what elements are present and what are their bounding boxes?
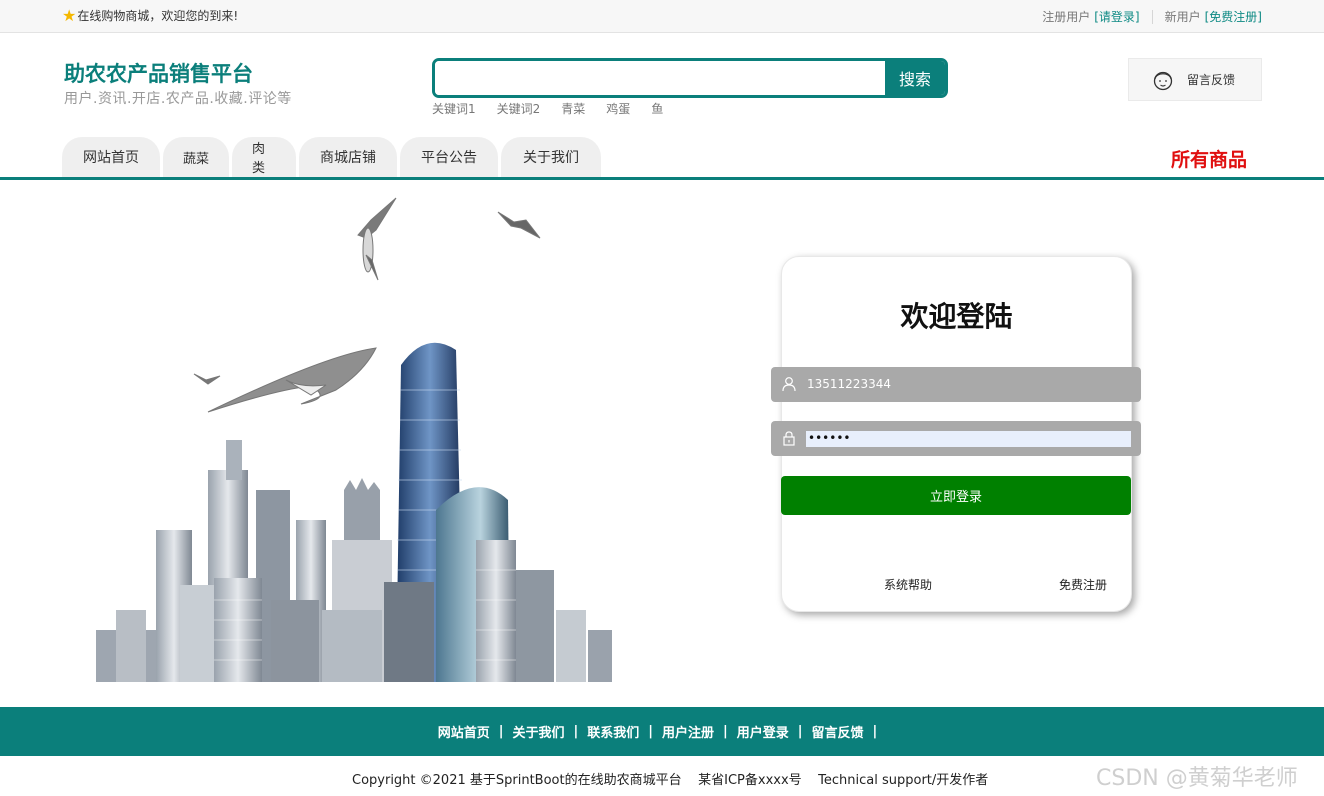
new-user-label: 新用户 [1164,10,1201,24]
footer-separator: | [498,724,504,739]
hot-keyword[interactable]: 关键词1 [432,100,476,117]
free-register-link[interactable]: 免费注册 [1059,576,1107,593]
footer-link-contact[interactable]: 联系我们 [587,722,639,741]
footer-link-register[interactable]: 用户注册 [662,722,714,741]
footer-link-login[interactable]: 用户登录 [737,722,789,741]
footer-separator: | [723,724,728,739]
nav-item-vegetables[interactable]: 蔬菜 [163,137,229,177]
welcome-text: 在线购物商城，欢迎您的到来! [77,9,239,23]
login-link[interactable]: [请登录] [1094,8,1139,25]
hot-keywords: 关键词1 关键词2 青菜 鸡蛋 鱼 [432,100,663,117]
nav-divider [0,177,1324,180]
nav-item-shops[interactable]: 商城店铺 [299,137,397,177]
registered-user-label: 注册用户 [1042,10,1091,24]
nav-item-home[interactable]: 网站首页 [62,137,160,177]
nav-item-about[interactable]: 关于我们 [501,137,601,177]
footer-separator: | [573,724,579,739]
all-goods-link[interactable]: 所有商品 [1171,145,1247,172]
watermark: CSDN @黄菊华老师 [1096,766,1298,791]
system-help-link[interactable]: 系统帮助 [884,576,932,593]
search-input[interactable] [435,61,887,95]
hot-keyword[interactable]: 关键词2 [497,100,541,117]
username-value[interactable]: 13511223344 [807,377,891,391]
welcome-message: ★ 在线购物商城，欢迎您的到来! [62,7,238,24]
star-icon: ★ [62,5,77,25]
site-subtitle: 用户.资讯.开店.农产品.收藏.评论等 [64,91,292,107]
site-title: 助农农产品销售平台 [64,62,253,86]
account-links: 注册用户 [请登录] 新用户 [免费注册] [1042,8,1262,25]
feedback-button[interactable]: 留言反馈 [1128,58,1262,101]
lock-icon [783,431,795,446]
customer-service-icon [1153,71,1173,90]
search-button[interactable]: 搜索 [885,61,945,95]
nav-item-meat[interactable]: 肉类 [232,137,296,177]
hot-keyword[interactable]: 鸡蛋 [606,100,630,117]
username-field[interactable]: 13511223344 [771,367,1141,402]
footer-separator: | [648,724,653,739]
footer-link-about[interactable]: 关于我们 [512,722,564,741]
password-field[interactable]: •••••• [771,421,1141,456]
top-bar: ★ 在线购物商城，欢迎您的到来! 注册用户 [请登录] 新用户 [免费注册] [0,0,1324,33]
hot-keyword[interactable]: 鱼 [651,100,663,117]
password-input[interactable] [806,431,1131,447]
main-nav: 网站首页 蔬菜 肉类 商城店铺 平台公告 关于我们 [62,137,601,177]
footer-link-home[interactable]: 网站首页 [438,722,490,741]
login-submit-button[interactable]: 立即登录 [781,476,1131,515]
user-icon [782,377,796,392]
password-value[interactable]: •••••• [808,431,850,445]
footer-separator: | [872,724,878,739]
login-title: 欢迎登陆 [900,300,1013,333]
nav-item-announcements[interactable]: 平台公告 [400,137,498,177]
register-link[interactable]: [免费注册] [1205,8,1262,25]
footer-link-feedback[interactable]: 留言反馈 [812,722,864,741]
feedback-label: 留言反馈 [1187,73,1236,87]
footer-nav: 网站首页 | 关于我们 | 联系我们 | 用户注册 | 用户登录 | 留言反馈 | [0,707,1324,756]
copyright-text: Copyright ©2021 基于SprintBoot的在线助农商城平台 某省… [352,773,989,788]
divider [1151,9,1153,24]
search-bar: 搜索 [432,58,948,98]
city-skyline-illustration [96,197,612,682]
footer-separator: | [797,724,803,739]
hot-keyword[interactable]: 青菜 [561,100,585,117]
